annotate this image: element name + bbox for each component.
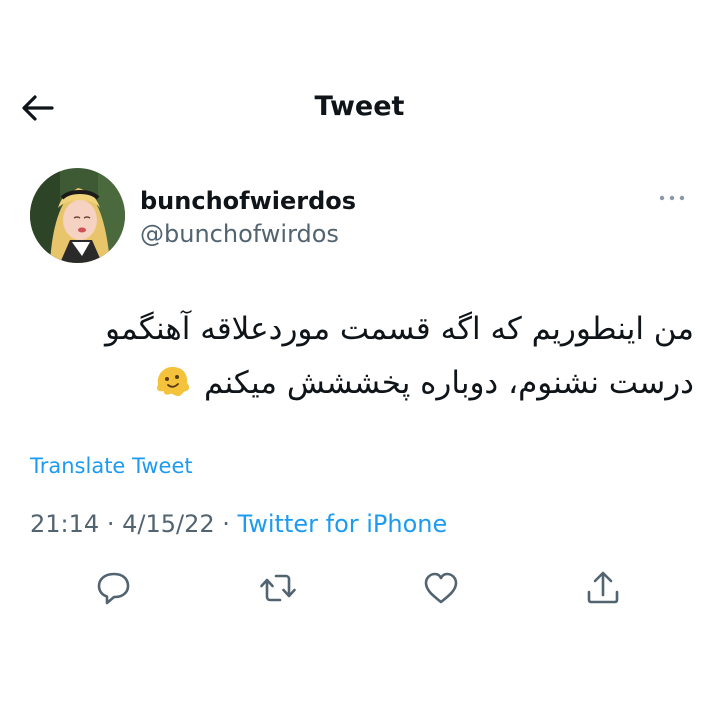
avatar-image [30, 168, 125, 263]
tweet-author: bunchofwierdos @bunchofwirdos [30, 168, 700, 268]
meta-separator: · [106, 510, 115, 538]
retweet-button[interactable] [258, 568, 298, 608]
tweet-text-line-1: من اینطوریم که اگه قسمت موردعلاقه آهنگمو [105, 311, 694, 347]
tweet-date[interactable]: 4/15/22 [122, 510, 215, 538]
tweet-source-link[interactable]: Twitter for iPhone [238, 510, 448, 538]
more-horizontal-icon [659, 195, 685, 201]
tweet-header: Tweet [0, 78, 719, 138]
tweet-text: من اینطوریم که اگه قسمت موردعلاقه آهنگمو… [24, 302, 694, 410]
more-button[interactable] [656, 188, 688, 208]
reply-button[interactable] [94, 568, 134, 608]
translate-tweet-link[interactable]: Translate Tweet [30, 452, 193, 480]
share-icon [587, 571, 619, 604]
page-title: Tweet [314, 91, 405, 122]
tweet-time[interactable]: 21:14 [30, 510, 99, 538]
like-button[interactable] [421, 568, 461, 608]
tweet-text-line-2: درست نشنوم، دوباره پخششش میکنم [24, 356, 694, 410]
avatar[interactable] [30, 168, 125, 263]
tweet-meta: 21:14 · 4/15/22 · Twitter for iPhone [30, 508, 447, 540]
reply-icon [97, 572, 130, 605]
heart-icon [424, 572, 458, 604]
share-button[interactable] [583, 568, 623, 608]
display-name[interactable]: bunchofwierdos [140, 186, 356, 216]
tweet-actions [0, 562, 719, 612]
retweet-icon [260, 574, 296, 602]
meta-separator: · [222, 510, 230, 538]
user-handle[interactable]: @bunchofwirdos [140, 219, 339, 249]
melting-face-emoji [157, 366, 190, 396]
tweet-text-line-2-content: درست نشنوم، دوباره پخششش میکنم [203, 365, 694, 401]
